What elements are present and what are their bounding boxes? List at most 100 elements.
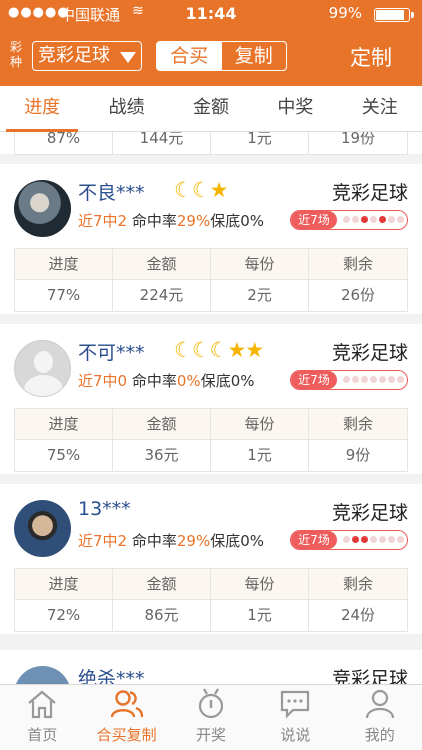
hit-rate-label: 命中率: [131, 532, 177, 550]
tab-win[interactable]: 中奖: [253, 86, 337, 131]
list-item[interactable]: 不良*** ☾☾★ 竞彩足球 近7中2 命中率29%保底0% 近7场 进度 金额…: [0, 164, 422, 314]
guarantee: 保底0%: [210, 532, 265, 550]
sort-tabs: 进度 战绩 金额 中奖 关注: [0, 86, 422, 132]
tab-amount[interactable]: 金额: [169, 86, 253, 131]
game-type: 竞彩足球: [331, 342, 408, 364]
avatar: [14, 340, 71, 397]
lottery-type-value: 竞彩足球: [38, 45, 110, 66]
recent-hits: 近7中2: [78, 212, 128, 230]
home-icon: [0, 685, 84, 719]
lottery-type-label: 彩种: [10, 40, 23, 69]
recent-hits: 近7中2: [78, 532, 128, 550]
hit-rate-value: 29%: [176, 532, 211, 550]
hit-rate-value: 0%: [176, 372, 201, 390]
nav-draw[interactable]: 开奖: [169, 685, 253, 750]
nav-talk[interactable]: 说说: [253, 685, 337, 750]
badge-label: 近7场: [291, 211, 337, 229]
result-dots: [343, 376, 404, 383]
recent-record: 近7中2 命中率29%保底0%: [78, 210, 264, 231]
stats-table: 进度 金额 每份 剩余 72% 86元 1元 24份: [14, 568, 408, 632]
battery-percent: 99%: [328, 4, 362, 22]
stat-progress: 87%: [15, 132, 113, 154]
draw-icon: [169, 685, 253, 719]
list-item[interactable]: 13*** 竞彩足球 近7中2 命中率29%保底0% 近7场 进度 金额 每份 …: [0, 484, 422, 634]
list-item-partial[interactable]: 87% 144元 1元 19份: [0, 132, 422, 155]
recent-hits: 近7中0: [78, 372, 128, 390]
stat-per-share: 1元: [211, 132, 309, 154]
stats-table: 进度 金额 每份 剩余 77% 224元 2元 26份: [14, 248, 408, 312]
user-name: 绝杀***: [78, 668, 145, 684]
user-name: 13***: [78, 498, 131, 520]
list-item[interactable]: 不可*** ☾☾☾★★ 竞彩足球 近7中0 命中率0%保底0% 近7场 进度 金…: [0, 324, 422, 474]
user-name: 不可***: [78, 342, 145, 364]
stats-table: 进度 金额 每份 剩余 75% 36元 1元 9份: [14, 408, 408, 472]
stat-remaining: 19份: [340, 132, 376, 147]
result-dots: [343, 536, 404, 543]
lottery-type-select[interactable]: 竞彩足球: [32, 41, 142, 71]
caret-down-icon: [120, 52, 136, 63]
stat-per-share: 2元: [211, 280, 309, 311]
seg-joint-buy[interactable]: 合买: [157, 42, 222, 70]
stat-header-progress: 进度: [15, 409, 113, 440]
stat-progress: 72%: [15, 600, 113, 631]
tab-record[interactable]: 战绩: [84, 86, 168, 131]
stat-header-progress: 进度: [15, 569, 113, 600]
plan-list: 87% 144元 1元 19份 不良*** ☾☾★ 竞彩足球 近7中2 命中率2…: [0, 132, 422, 684]
recent-7-badge: 近7场: [290, 370, 408, 390]
stat-header-per-share: 每份: [211, 569, 309, 600]
nav-home[interactable]: 首页: [0, 685, 84, 750]
avatar: [14, 500, 71, 557]
avatar: [14, 180, 71, 237]
nav-label: 说说: [280, 726, 311, 744]
user-name: 不良***: [78, 182, 145, 204]
stat-header-progress: 进度: [15, 249, 113, 280]
stat-per-share: 1元: [211, 440, 309, 471]
stat-header-amount: 金额: [113, 249, 211, 280]
stat-amount: 86元: [113, 600, 211, 631]
seg-copy[interactable]: 复制: [222, 42, 287, 70]
group-icon: [84, 685, 168, 719]
hit-rate-label: 命中率: [131, 212, 177, 230]
recent-7-badge: 近7场: [290, 530, 408, 550]
customize-button[interactable]: 定制: [350, 42, 392, 72]
nav-label: 开奖: [195, 726, 226, 744]
nav-label: 我的: [364, 726, 395, 744]
stat-amount: 144元: [113, 132, 211, 154]
tab-follow[interactable]: 关注: [338, 86, 422, 131]
badge-label: 近7场: [291, 531, 337, 549]
stat-amount: 36元: [113, 440, 211, 471]
stat-remaining: 24份: [340, 606, 376, 624]
stat-header-amount: 金额: [113, 409, 211, 440]
list-item-partial[interactable]: 绝杀*** 竞彩足球: [0, 650, 422, 684]
stat-header-remaining: 剩余: [309, 249, 407, 280]
stat-header-per-share: 每份: [211, 249, 309, 280]
stat-header-remaining: 剩余: [309, 409, 407, 440]
game-type: 竞彩足球: [331, 182, 408, 204]
recent-7-badge: 近7场: [290, 210, 408, 230]
game-type: 竞彩足球: [331, 668, 408, 684]
rating-icons: ☾☾☾★★: [174, 338, 264, 362]
stat-header-remaining: 剩余: [309, 569, 407, 600]
recent-record: 近7中2 命中率29%保底0%: [78, 530, 264, 551]
nav-label: 合买复制: [96, 726, 157, 744]
rating-icons: ☾☾★: [174, 178, 228, 202]
result-dots: [343, 216, 404, 223]
stat-per-share: 1元: [211, 600, 309, 631]
tab-progress[interactable]: 进度: [0, 86, 84, 132]
nav-label: 首页: [27, 726, 58, 744]
stat-remaining: 26份: [340, 286, 376, 304]
nav-mine[interactable]: 我的: [338, 685, 422, 750]
stat-header-per-share: 每份: [211, 409, 309, 440]
hit-rate-label: 命中率: [131, 372, 177, 390]
chat-icon: [253, 685, 337, 719]
stat-remaining: 9份: [345, 446, 371, 464]
bottom-nav: 首页 合买复制 开奖 说说 我的: [0, 684, 422, 750]
hit-rate-value: 29%: [176, 212, 211, 230]
profile-icon: [338, 685, 422, 719]
stats-table: 87% 144元 1元 19份: [14, 132, 408, 155]
nav-joint-buy-copy[interactable]: 合买复制: [84, 685, 168, 750]
recent-record: 近7中0 命中率0%保底0%: [78, 370, 254, 391]
badge-label: 近7场: [291, 371, 337, 389]
top-header: ●●●●● 中国联通 ≋ 11:44 99% 彩种 竞彩足球 合买 复制 定制: [0, 0, 422, 86]
guarantee: 保底0%: [200, 372, 255, 390]
